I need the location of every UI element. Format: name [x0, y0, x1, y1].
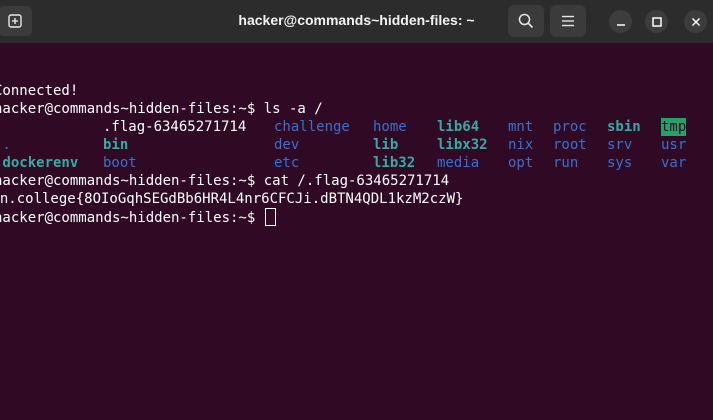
flag-output: pwn.college{8OIoGqhSEGdBb6HR4L4nr6CFCJi.… — [0, 191, 464, 207]
ls-entry: tmp — [661, 118, 687, 136]
ls-entry: media — [437, 155, 480, 171]
ls-entry: dev — [274, 137, 300, 153]
ls-entry: challenge — [274, 119, 350, 135]
close-button[interactable] — [684, 10, 707, 33]
ls-entry: sys — [607, 155, 633, 171]
ls-entry: nix — [508, 137, 534, 153]
hamburger-menu-icon — [562, 15, 574, 27]
minimize-button[interactable] — [609, 10, 632, 33]
new-tab-icon — [8, 14, 22, 28]
window-title: hacker@commands~hidden-files: ~ — [238, 12, 475, 28]
new-tab-button[interactable] — [0, 6, 32, 36]
terminal-area[interactable]: Connected! hacker@commands~hidden-files:… — [0, 43, 713, 420]
minimize-icon — [616, 23, 625, 26]
close-icon — [691, 17, 700, 26]
connected-message: Connected! — [0, 83, 79, 99]
ls-entry: libx32 — [437, 137, 488, 153]
ls-entry: lib32 — [373, 155, 416, 171]
prompt-cat: hacker@commands~hidden-files:~$ cat /.fl… — [0, 173, 450, 189]
ls-entry: lib — [373, 137, 399, 153]
ls-entry: opt — [508, 155, 534, 171]
ls-entry: run — [553, 155, 579, 171]
ls-entry: mnt — [508, 119, 534, 135]
ls-entry: srv — [607, 137, 633, 153]
title-bar: hacker@commands~hidden-files: ~ — [0, 0, 713, 43]
search-icon — [518, 13, 534, 29]
ls-entry: var — [661, 155, 687, 171]
ls-entry: bin — [103, 137, 129, 153]
prompt-ls: hacker@commands~hidden-files:~$ ls -a / — [0, 101, 323, 117]
text-cursor — [264, 208, 276, 226]
maximize-button[interactable] — [645, 10, 668, 33]
ls-entry: home — [373, 119, 407, 135]
search-button[interactable] — [508, 5, 544, 37]
ls-entry: .dockerenv — [0, 155, 79, 171]
maximize-icon — [651, 16, 662, 27]
ls-entry: .flag-63465271714 — [103, 119, 247, 135]
menu-button[interactable] — [550, 5, 586, 37]
ls-entry: proc — [553, 119, 587, 135]
ls-entry: sbin — [607, 119, 641, 135]
current-prompt[interactable]: hacker@commands~hidden-files:~$ — [0, 208, 276, 226]
prompt-text: hacker@commands~hidden-files:~$ — [0, 210, 264, 226]
ls-entry: usr — [661, 137, 687, 153]
ls-entry: root — [553, 137, 587, 153]
ls-entry: .. — [0, 137, 11, 153]
ls-entry: etc — [274, 155, 300, 171]
ls-entry: . — [0, 118, 2, 136]
ls-entry: lib64 — [437, 119, 480, 135]
ls-entry: boot — [103, 155, 137, 171]
